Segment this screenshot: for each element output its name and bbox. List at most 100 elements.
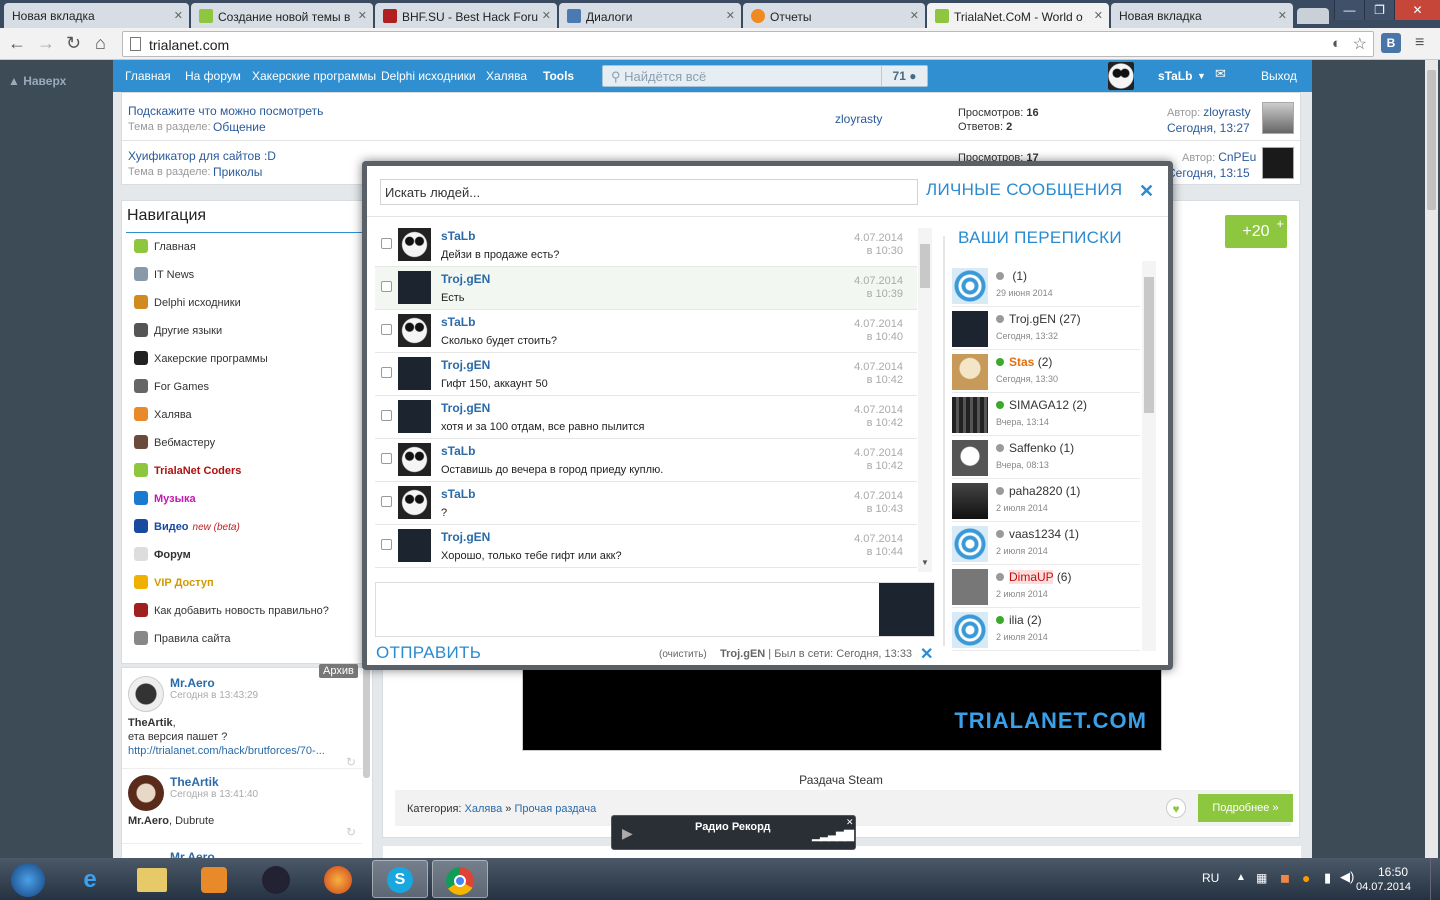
clock-time[interactable]: 16:50 xyxy=(1368,865,1418,879)
close-icon[interactable]: ✕ xyxy=(846,817,854,828)
tab-bhf[interactable]: BHF.SU - Best Hack Foru ✕ xyxy=(375,3,557,28)
message-author[interactable]: Troj.gEN xyxy=(441,530,490,544)
avatar[interactable] xyxy=(128,775,164,811)
home-icon[interactable]: ⌂ xyxy=(95,33,106,54)
message-checkbox[interactable] xyxy=(381,281,392,292)
info-icon[interactable]: ◐ xyxy=(1332,35,1341,52)
reply-icon[interactable]: ↻ xyxy=(346,825,356,839)
back-icon[interactable]: ← xyxy=(8,33,26,54)
nav-item[interactable]: For Games xyxy=(134,379,209,401)
subcategory-link[interactable]: Прочая раздача xyxy=(514,803,596,815)
chevron-down-icon[interactable]: ▼ xyxy=(921,558,929,567)
avatar[interactable] xyxy=(952,397,988,433)
section-link[interactable]: Приколы xyxy=(213,165,262,179)
close-icon[interactable]: ✕ xyxy=(726,9,735,22)
author-avatar[interactable] xyxy=(1262,147,1294,179)
author-link[interactable]: zloyrasty xyxy=(1203,105,1250,119)
conversation-item[interactable]: ilia (2) 2 июля 2014 xyxy=(952,608,1140,651)
chrome-taskbar-icon[interactable] xyxy=(432,860,488,898)
chat-link[interactable]: http://trialanet.com/hack/brutforces/70-… xyxy=(128,745,325,757)
restore-button[interactable]: ❐ xyxy=(1364,0,1394,20)
reply-icon[interactable]: ↻ xyxy=(346,755,356,769)
tab-dialogs[interactable]: Диалоги ✕ xyxy=(559,3,741,28)
message-author[interactable]: sTaLb xyxy=(441,229,475,243)
nav-item[interactable]: TrialaNet Coders xyxy=(134,463,241,485)
avatar[interactable] xyxy=(952,612,988,648)
message-author[interactable]: sTaLb xyxy=(441,444,475,458)
steam-taskbar-icon[interactable] xyxy=(248,860,304,898)
nav-item[interactable]: Правила сайта xyxy=(134,631,231,653)
message-scrollbar[interactable]: ▼ xyxy=(918,228,932,572)
close-icon[interactable]: ✕ xyxy=(1278,9,1287,22)
send-button[interactable]: ОТПРАВИТЬ xyxy=(376,643,481,663)
menu-hack-programs[interactable]: Хакерские программы xyxy=(252,69,376,83)
minimize-button[interactable]: — xyxy=(1334,0,1364,20)
bookmark-star-icon[interactable]: ☆ xyxy=(1353,34,1367,54)
nav-item[interactable]: Delphi исходники xyxy=(134,295,241,317)
window-close-button[interactable]: ✕ xyxy=(1394,0,1440,20)
explorer-taskbar-icon[interactable] xyxy=(124,860,180,898)
conversation-item[interactable]: DimaUP (6) 2 июля 2014 xyxy=(952,565,1140,608)
conversation-item[interactable]: Stas (2) Сегодня, 13:30 xyxy=(952,350,1140,393)
nav-item[interactable]: Другие языки xyxy=(134,323,222,345)
clock-date[interactable]: 04.07.2014 xyxy=(1356,881,1411,893)
conversation-item[interactable]: (1) 29 июня 2014 xyxy=(952,264,1140,307)
shoutbox-scrollbar[interactable] xyxy=(363,668,370,778)
user-avatar[interactable] xyxy=(1108,62,1134,90)
message-author[interactable]: sTaLb xyxy=(441,487,475,501)
tab-reports[interactable]: Отчеты ✕ xyxy=(743,3,925,28)
close-icon[interactable]: ✕ xyxy=(1139,181,1154,202)
chat-user[interactable]: TheArtik xyxy=(170,775,219,789)
close-icon[interactable]: ✕ xyxy=(920,644,933,664)
language-indicator[interactable]: RU xyxy=(1202,871,1219,885)
updater-icon[interactable]: ● xyxy=(1302,870,1310,886)
plus-icon[interactable]: + xyxy=(1276,207,1284,240)
skype-taskbar-icon[interactable]: S xyxy=(372,860,428,898)
page-scrollbar[interactable] xyxy=(1425,60,1438,860)
section-link[interactable]: Общение xyxy=(213,120,266,134)
nav-item[interactable]: Главная xyxy=(134,239,196,261)
message-author[interactable]: Troj.gEN xyxy=(441,272,490,286)
tab-create-topic[interactable]: Создание новой темы в ✕ xyxy=(191,3,373,28)
menu-icon[interactable]: ≡ xyxy=(1415,34,1431,52)
scrollbar-thumb[interactable] xyxy=(1427,70,1436,210)
close-icon[interactable]: ✕ xyxy=(358,9,367,22)
clear-link[interactable]: (очистить) xyxy=(659,649,707,660)
username-label[interactable]: sTaLb xyxy=(1158,69,1192,83)
topic-title-link[interactable]: Хуификатор для сайтов :D xyxy=(128,149,276,163)
show-desktop-button[interactable] xyxy=(1430,858,1440,900)
heart-icon[interactable]: ♥ xyxy=(1166,798,1186,818)
message-checkbox[interactable] xyxy=(381,410,392,421)
menu-freebies[interactable]: Халява xyxy=(486,69,527,83)
volume-bars-icon[interactable]: ▁▂▃▅▆ xyxy=(812,826,854,842)
avatar[interactable] xyxy=(952,569,988,605)
new-tab-button[interactable] xyxy=(1297,8,1329,24)
message-checkbox[interactable] xyxy=(381,324,392,335)
nav-item[interactable]: Халява xyxy=(134,407,192,429)
avatar[interactable] xyxy=(398,443,431,476)
nav-item[interactable]: Музыка xyxy=(134,491,196,513)
volume-icon[interactable]: ◀) xyxy=(1340,869,1354,885)
menu-tools[interactable]: Tools xyxy=(543,69,574,83)
conversation-item[interactable]: SIMAGA12 (2) Вчера, 13:14 xyxy=(952,393,1140,436)
avatar[interactable] xyxy=(398,357,431,390)
avatar[interactable] xyxy=(952,268,988,304)
message-author[interactable]: sTaLb xyxy=(441,315,475,329)
avatar[interactable] xyxy=(398,271,431,304)
close-icon[interactable]: ✕ xyxy=(1094,9,1103,22)
menu-delphi[interactable]: Delphi исходники xyxy=(381,69,476,83)
nav-item[interactable]: VIP Доступ xyxy=(134,575,214,597)
search-people-input[interactable]: Искать людей... xyxy=(380,179,918,205)
nav-item[interactable]: Вебмастеру xyxy=(134,435,215,457)
avatar[interactable] xyxy=(952,526,988,562)
avatar[interactable] xyxy=(398,486,431,519)
scrollbar-thumb[interactable] xyxy=(1144,277,1154,413)
nav-item[interactable]: Как добавить новость правильно? xyxy=(134,603,329,625)
recipient-name[interactable]: Troj.gEN xyxy=(720,648,765,660)
battery-icon[interactable]: ▮ xyxy=(1324,870,1331,886)
close-icon[interactable]: ✕ xyxy=(542,9,551,22)
author-link[interactable]: CnPEu xyxy=(1218,150,1256,164)
chevron-down-icon[interactable]: ▼ xyxy=(1197,71,1206,81)
conversation-scrollbar[interactable] xyxy=(1142,261,1156,651)
nav-item[interactable]: Видео new (beta) xyxy=(134,519,240,541)
